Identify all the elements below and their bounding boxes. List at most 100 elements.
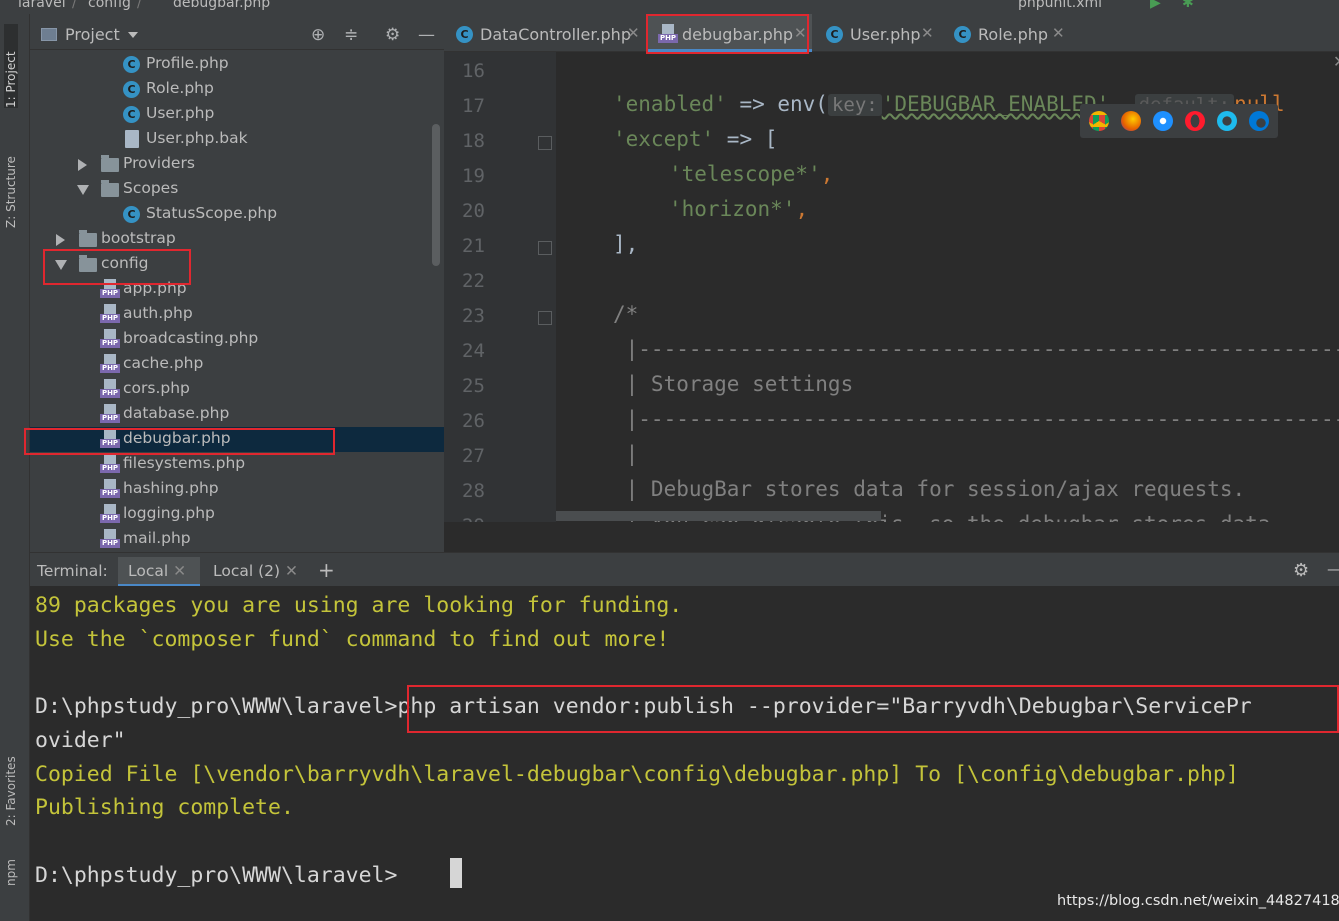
- class-icon: C: [954, 26, 971, 43]
- line-number: 25: [462, 375, 485, 397]
- collapse-all-icon[interactable]: ≑: [344, 25, 358, 45]
- tree-item[interactable]: C Role.php: [30, 77, 444, 102]
- terminal-line: Publishing complete.: [35, 795, 294, 820]
- terminal-prompt: D:\phpstudy_pro\WWW\laravel>: [35, 863, 398, 888]
- navigation-bar: laravel / config / debugbar.php phpunit.…: [0, 0, 1339, 14]
- close-icon[interactable]: ✕: [627, 24, 640, 42]
- chrome-icon[interactable]: [1089, 111, 1109, 131]
- tree-item[interactable]: User.php.bak: [30, 127, 444, 152]
- php-file-icon: PHP: [100, 404, 120, 424]
- tree-item[interactable]: C Profile.php: [30, 52, 444, 77]
- folder-icon: [79, 230, 97, 247]
- class-icon: C: [826, 26, 843, 43]
- tab-user[interactable]: C User.php ✕: [816, 14, 940, 52]
- close-icon[interactable]: ✕: [1333, 52, 1339, 71]
- php-file-icon: PHP: [100, 304, 120, 324]
- run-icon[interactable]: ▶: [1150, 0, 1161, 11]
- gear-icon[interactable]: ⚙: [385, 25, 400, 45]
- close-icon[interactable]: ✕: [1052, 24, 1065, 42]
- code-comment: | DebugBar stores data for session/ajax …: [613, 477, 1246, 501]
- hide-panel-icon[interactable]: —: [418, 25, 435, 45]
- tool-tab-favorites[interactable]: 2: Favorites: [4, 732, 18, 826]
- close-icon[interactable]: ✕: [921, 24, 934, 42]
- file-icon: [125, 130, 139, 148]
- editor-bottom-area: [444, 522, 1339, 552]
- code-comment: |: [613, 442, 639, 466]
- terminal-line: Use the `composer fund` command to find …: [35, 627, 670, 652]
- tool-tab-structure[interactable]: Z: Structure: [4, 132, 18, 228]
- opera-icon[interactable]: [1185, 111, 1205, 131]
- terminal-line: 89 packages you are using are looking fo…: [35, 593, 683, 618]
- php-file-icon: PHP: [100, 479, 120, 499]
- close-icon[interactable]: ✕: [285, 562, 298, 580]
- run-config-selector[interactable]: phpunit.xml: [1018, 0, 1102, 11]
- close-icon[interactable]: ✕: [173, 562, 186, 580]
- chevron-down-icon[interactable]: [128, 32, 138, 38]
- editor-horizontal-scrollbar[interactable]: [556, 511, 881, 521]
- terminal-title: Terminal:: [37, 562, 108, 580]
- tree-item[interactable]: C User.php: [30, 102, 444, 127]
- tool-tab-npm[interactable]: npm: [4, 850, 18, 886]
- parameter-hint: key:: [827, 94, 882, 116]
- code-line: 'except' => [: [613, 127, 778, 151]
- fold-marker[interactable]: [538, 311, 552, 325]
- breadcrumb-item[interactable]: laravel: [18, 0, 66, 11]
- tool-tab-project[interactable]: 1: Project: [4, 24, 18, 108]
- firefox-icon[interactable]: [1121, 111, 1141, 131]
- tab-datacontroller[interactable]: C DataController.php ✕: [444, 14, 644, 52]
- ie-icon[interactable]: [1217, 111, 1237, 131]
- tree-item[interactable]: PHP filesystems.php: [30, 452, 444, 477]
- tree-item[interactable]: PHP cors.php: [30, 377, 444, 402]
- line-number: 24: [462, 340, 485, 362]
- class-icon: C: [123, 56, 140, 73]
- line-number: 27: [462, 445, 485, 467]
- terminal-output[interactable]: 89 packages you are using are looking fo…: [30, 586, 1339, 921]
- editor-tab-bar: C DataController.php ✕ PHP debugbar.php …: [444, 14, 1339, 52]
- line-number: 18: [462, 130, 485, 152]
- breadcrumb-item[interactable]: config: [88, 0, 131, 11]
- breadcrumb-item[interactable]: debugbar.php: [173, 0, 270, 11]
- tree-item[interactable]: PHP logging.php: [30, 502, 444, 527]
- chevron-right-icon[interactable]: [56, 234, 65, 246]
- class-icon: C: [123, 81, 140, 98]
- tree-item[interactable]: PHP broadcasting.php: [30, 327, 444, 352]
- tree-item[interactable]: PHP hashing.php: [30, 477, 444, 502]
- line-number: 17: [462, 95, 485, 117]
- project-scrollbar[interactable]: [432, 124, 440, 266]
- tab-role[interactable]: C Role.php ✕: [944, 14, 1074, 52]
- new-terminal-button[interactable]: +: [318, 558, 335, 582]
- tree-item[interactable]: PHP cache.php: [30, 352, 444, 377]
- edge-icon[interactable]: [1249, 111, 1269, 131]
- tree-folder[interactable]: Scopes: [30, 177, 444, 202]
- project-view-selector[interactable]: Project: [65, 25, 120, 44]
- tab-local-2[interactable]: Local (2) ✕: [213, 562, 298, 580]
- debug-icon[interactable]: ✱: [1182, 0, 1194, 11]
- fold-marker[interactable]: [538, 241, 552, 255]
- gear-icon[interactable]: ⚙: [1293, 560, 1309, 581]
- hide-panel-icon[interactable]: —: [1327, 560, 1339, 578]
- fold-marker[interactable]: [538, 136, 552, 150]
- code-comment: /*: [613, 302, 639, 326]
- php-file-icon: PHP: [100, 454, 120, 474]
- php-file-icon: PHP: [100, 354, 120, 374]
- line-number: 23: [462, 305, 485, 327]
- project-folder-icon: [41, 28, 57, 41]
- tree-item[interactable]: C StatusScope.php: [30, 202, 444, 227]
- line-number: 22: [462, 270, 485, 292]
- left-tool-stripe: 1: Project Z: Structure 2: Favorites npm: [0, 14, 30, 921]
- tab-local[interactable]: Local ✕: [118, 557, 200, 587]
- line-number: 19: [462, 165, 485, 187]
- safari-icon[interactable]: [1153, 111, 1173, 131]
- tree-folder[interactable]: Providers: [30, 152, 444, 177]
- php-file-icon: PHP: [100, 504, 120, 524]
- terminal-toolbar: Terminal: Local ✕ Local (2) ✕ + ⚙ —: [30, 552, 1339, 587]
- tree-item[interactable]: PHP database.php: [30, 402, 444, 427]
- code-comment: |---------------------------------------…: [613, 337, 1339, 361]
- tree-item[interactable]: PHP auth.php: [30, 302, 444, 327]
- tree-item[interactable]: PHP mail.php: [30, 527, 444, 552]
- chevron-right-icon[interactable]: [78, 159, 87, 171]
- annotation-box: [407, 685, 1339, 733]
- chevron-down-icon[interactable]: [77, 185, 89, 195]
- annotation-box: [24, 428, 335, 455]
- locate-icon[interactable]: ⊕: [311, 25, 325, 45]
